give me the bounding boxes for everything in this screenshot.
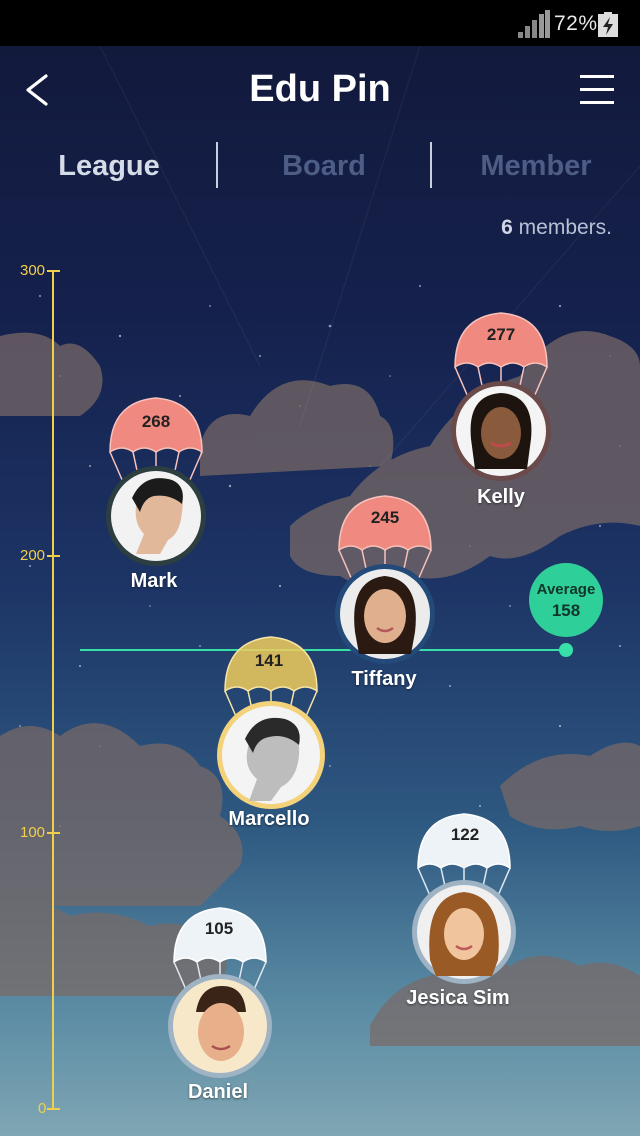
signal-icon (518, 10, 550, 38)
member-score: 105 (204, 919, 234, 938)
member-name: Daniel (187, 1081, 249, 1103)
member-score: 268 (141, 412, 171, 431)
member-score: 277 (486, 325, 516, 344)
average-badge: Average 158 (529, 563, 603, 637)
member-score: 122 (450, 825, 480, 844)
battery-charging-icon (598, 12, 618, 37)
member-name: Marcello (228, 808, 310, 830)
member-name: Jesica Sim (406, 987, 510, 1009)
league-screen: Edu Pin League Board Member 6 members. 3… (0, 46, 640, 1136)
average-label: Average (536, 581, 596, 598)
battery-percent: 72% (554, 12, 598, 35)
member-score: 141 (254, 651, 284, 670)
member-name: Kelly (477, 486, 525, 508)
average-value: 158 (551, 601, 581, 620)
status-bar: 72% (0, 0, 640, 46)
member-name: Mark (130, 570, 178, 592)
member-score: 245 (370, 508, 400, 527)
